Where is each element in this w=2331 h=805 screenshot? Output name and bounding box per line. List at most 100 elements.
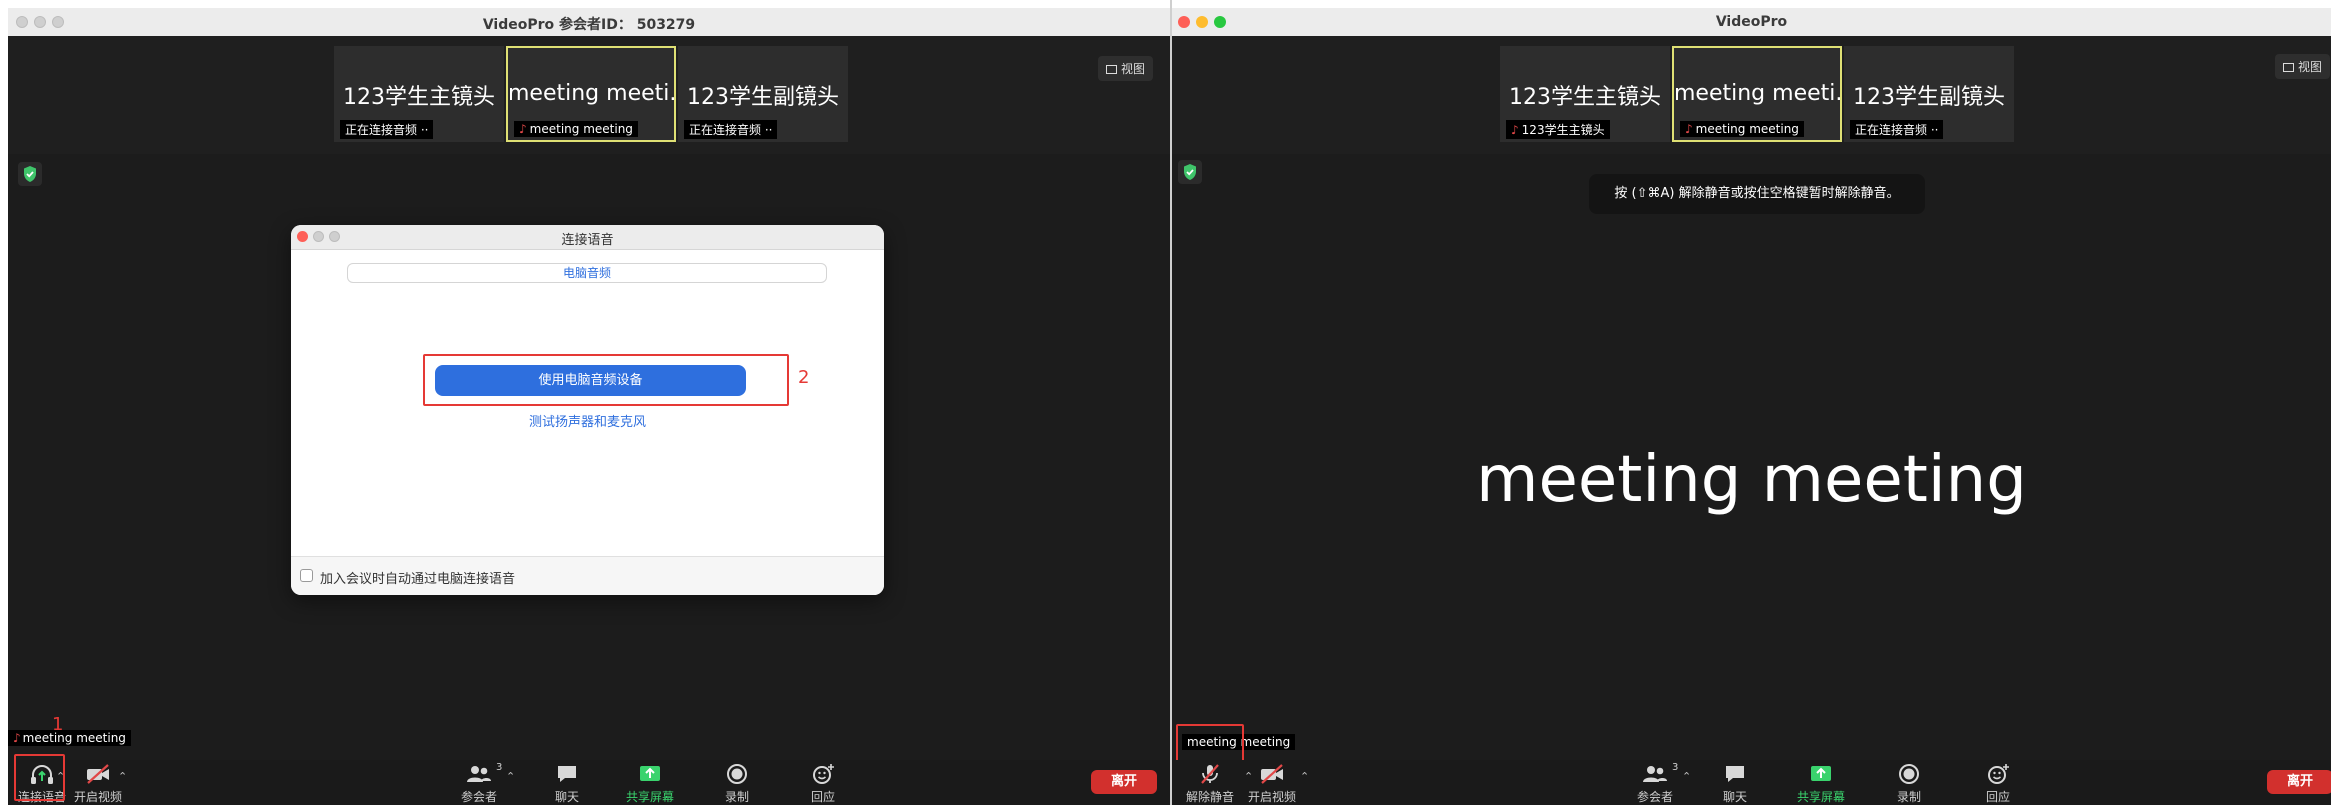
participants-count: 3 bbox=[496, 762, 503, 773]
dialog-footer: 加入会议时自动通过电脑连接语音 bbox=[291, 556, 884, 595]
dialog-title: 连接语音 bbox=[561, 233, 614, 248]
toolbar-label: 录制 bbox=[1896, 790, 1921, 804]
share-screen-icon bbox=[1811, 766, 1831, 781]
view-button[interactable]: 视图 bbox=[1098, 56, 1154, 81]
tile-name: meeting meeti... bbox=[508, 81, 674, 106]
reactions-button[interactable]: 回应 bbox=[791, 762, 855, 804]
participants-options-caret[interactable]: ⌃ bbox=[1682, 770, 1691, 783]
video-tile-active-speaker[interactable]: meeting meeti... ♪ meeting meeting bbox=[1672, 46, 1842, 142]
mic-muted-icon: ♪ bbox=[1511, 123, 1519, 137]
leave-meeting-button[interactable]: 离开 bbox=[1091, 770, 1157, 794]
tile-name: meeting meeti... bbox=[1674, 81, 1840, 106]
window-title: VideoPro 参会者ID： 503279 bbox=[482, 17, 696, 33]
emoji-plus-icon bbox=[813, 764, 834, 784]
video-options-caret[interactable]: ⌃ bbox=[1300, 770, 1309, 783]
toolbar-label: 开启视频 bbox=[73, 790, 122, 804]
start-video-button[interactable]: 开启视频 bbox=[66, 762, 130, 804]
toolbar-label: 共享屏幕 bbox=[625, 790, 674, 804]
video-strip: 123学生主镜头 ♪ 123学生主镜头 meeting meeti... ♪ mee… bbox=[1172, 36, 2331, 154]
dialog-title-bar: 连接语音 bbox=[291, 225, 884, 250]
toolbar-label: 开启视频 bbox=[1247, 790, 1296, 804]
record-icon bbox=[727, 764, 747, 784]
left-title-bar: VideoPro 参会者ID： 503279 bbox=[8, 8, 1170, 37]
toolbar-label: 解除静音 bbox=[1185, 790, 1234, 804]
active-speaker-name: meeting meeting bbox=[1476, 443, 2027, 517]
auto-join-audio-label: 加入会议时自动通过电脑连接语音 bbox=[320, 572, 516, 587]
view-button[interactable]: 视图 bbox=[2275, 54, 2331, 79]
emoji-plus-icon bbox=[1988, 764, 2009, 784]
self-name-tag: ♪ meeting meeting bbox=[8, 730, 131, 746]
participants-icon bbox=[1643, 766, 1667, 782]
record-button[interactable]: 录制 bbox=[705, 762, 769, 804]
video-options-caret[interactable]: ⌃ bbox=[118, 770, 127, 783]
chat-icon bbox=[1726, 766, 1744, 782]
tile-name-label: ♪ meeting meeting bbox=[514, 121, 638, 137]
share-screen-icon bbox=[640, 766, 660, 781]
leave-meeting-button[interactable]: 离开 bbox=[2267, 770, 2331, 794]
tile-status-label: 正在连接音频 ·· bbox=[684, 120, 778, 139]
chat-icon bbox=[558, 766, 576, 782]
unmute-hint-toast: 按 (⇧⌘A) 解除静音或按住空格键暂时解除静音。 bbox=[1589, 174, 1925, 214]
video-tile[interactable]: 123学生主镜头 ♪ 123学生主镜头 bbox=[1500, 46, 1670, 142]
security-shield-icon[interactable] bbox=[1178, 160, 1202, 184]
connect-audio-dialog: 连接语音 电脑音频 2 使用电脑音频设备 测试扬声器和麦克风 加入会议时自动通过… bbox=[291, 225, 884, 595]
chat-button[interactable]: 聊天 bbox=[1703, 762, 1767, 804]
auto-join-audio-checkbox[interactable] bbox=[300, 569, 313, 582]
reactions-button[interactable]: 回应 bbox=[1966, 762, 2030, 804]
video-strip: 123学生主镜头 正在连接音频 ·· meeting meeti... ♪ mee… bbox=[8, 36, 1170, 154]
meeting-toolbar: 解除静音 ⌃ 开启视频 ⌃ 参会者 3 ⌃ 聊天 共享屏幕 录制 回应 离开 bbox=[1172, 760, 2331, 805]
toolbar-label: 参会者 bbox=[460, 790, 497, 804]
participants-icon bbox=[467, 766, 491, 782]
view-label: 视图 bbox=[2298, 60, 2323, 74]
toolbar-label: 聊天 bbox=[554, 790, 579, 804]
video-tile[interactable]: 123学生主镜头 正在连接音频 ·· bbox=[334, 46, 504, 142]
participants-count: 3 bbox=[1672, 762, 1679, 773]
window-title: VideoPro bbox=[1715, 14, 1788, 30]
computer-audio-tab[interactable]: 电脑音频 bbox=[347, 263, 827, 283]
tile-name: 123学生副镜头 bbox=[1853, 85, 2005, 110]
tile-name: 123学生副镜头 bbox=[687, 85, 839, 110]
tile-name-label: ♪ meeting meeting bbox=[1680, 121, 1804, 137]
toolbar-label: 回应 bbox=[1985, 790, 2010, 804]
participants-options-caret[interactable]: ⌃ bbox=[506, 770, 515, 783]
left-meeting-window: VideoPro 参会者ID： 503279 123学生主镜头 正在连接音频 ·… bbox=[8, 8, 1170, 805]
name-tag-text: meeting meeting bbox=[22, 731, 126, 745]
security-shield-icon[interactable] bbox=[18, 162, 42, 186]
tile-name: 123学生主镜头 bbox=[1509, 85, 1661, 110]
tile-label-text: meeting meeting bbox=[1695, 122, 1799, 136]
record-icon bbox=[1899, 764, 1919, 784]
toolbar-label: 共享屏幕 bbox=[1796, 790, 1845, 804]
video-tile-active-speaker[interactable]: meeting meeti... ♪ meeting meeting bbox=[506, 46, 676, 142]
toolbar-label: 聊天 bbox=[1722, 790, 1747, 804]
share-screen-button[interactable]: 共享屏幕 bbox=[1789, 762, 1853, 804]
record-button[interactable]: 录制 bbox=[1877, 762, 1941, 804]
unmute-button[interactable]: 解除静音 bbox=[1178, 762, 1242, 804]
grid-view-icon bbox=[2283, 63, 2294, 72]
mic-muted-icon: ♪ bbox=[1685, 122, 1693, 136]
use-computer-audio-button[interactable]: 使用电脑音频设备 bbox=[435, 365, 746, 396]
tile-name: 123学生主镜头 bbox=[343, 85, 495, 110]
tile-label-text: meeting meeting bbox=[529, 122, 633, 136]
right-title-bar: VideoPro bbox=[1172, 8, 2331, 37]
video-tile[interactable]: 123学生副镜头 正在连接音频 ·· bbox=[678, 46, 848, 142]
view-label: 视图 bbox=[1121, 62, 1146, 76]
tile-status-label: 正在连接音频 ·· bbox=[340, 120, 434, 139]
tile-status-label: 正在连接音频 ·· bbox=[1850, 120, 1944, 139]
right-meeting-window: VideoPro 123学生主镜头 ♪ 123学生主镜头 meeting meet… bbox=[1172, 8, 2331, 805]
video-off-icon bbox=[1261, 764, 1283, 784]
tile-label-text: 123学生主镜头 bbox=[1521, 123, 1605, 137]
mic-muted-icon: ♪ bbox=[519, 122, 527, 136]
start-video-button[interactable]: 开启视频 bbox=[1240, 762, 1304, 804]
mic-muted-icon bbox=[1201, 764, 1219, 784]
tile-name-label: ♪ 123学生主镜头 bbox=[1506, 120, 1610, 139]
meeting-toolbar: 连接语音 ⌃ 开启视频 ⌃ 参会者 3 ⌃ 聊天 共享屏幕 录制 回应 离开 bbox=[8, 754, 1170, 805]
video-off-icon bbox=[87, 764, 109, 784]
test-speaker-mic-link[interactable]: 测试扬声器和麦克风 bbox=[291, 411, 884, 430]
video-tile[interactable]: 123学生副镜头 正在连接音频 ·· bbox=[1844, 46, 2014, 142]
toolbar-label: 参会者 bbox=[1636, 790, 1673, 804]
share-screen-button[interactable]: 共享屏幕 bbox=[618, 762, 682, 804]
toolbar-label: 回应 bbox=[810, 790, 835, 804]
annotation-highlight-box bbox=[14, 754, 65, 801]
annotation-step-2: 2 bbox=[798, 367, 810, 388]
chat-button[interactable]: 聊天 bbox=[535, 762, 599, 804]
